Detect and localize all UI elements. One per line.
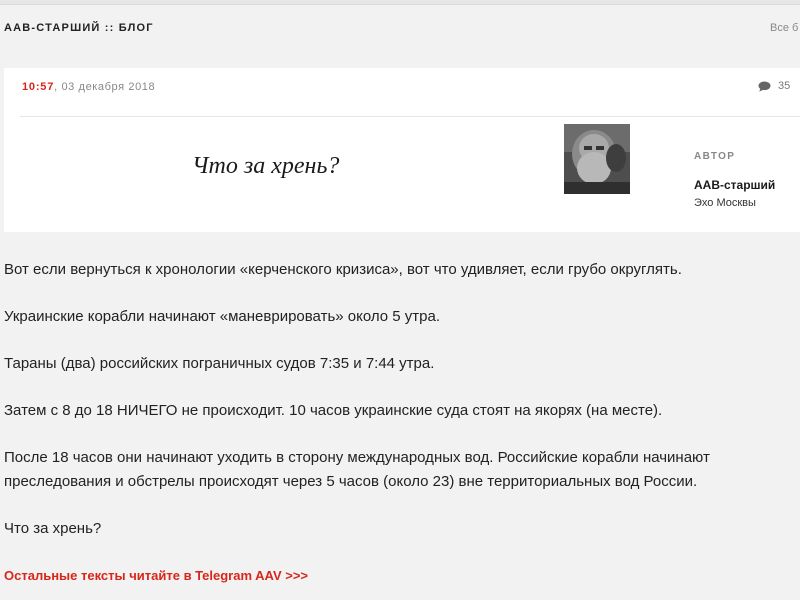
telegram-link[interactable]: Остальные тексты читайте в Telegram AAV … xyxy=(4,568,308,583)
meta-divider xyxy=(20,116,800,117)
comments-link[interactable]: 35 xyxy=(758,80,790,92)
author-label: АВТОР xyxy=(694,151,736,162)
post-title: Что за хрень? xyxy=(192,153,340,179)
post-header-card: 10:57, 03 декабря 2018 35 Что за хрень? … xyxy=(4,68,800,232)
post-body: Вот если вернуться к хронологии «керченс… xyxy=(4,258,794,564)
post-paragraph: Затем с 8 до 18 НИЧЕГО не происходит. 10… xyxy=(4,402,663,419)
post-paragraph: Украинские корабли начинают «маневрирова… xyxy=(4,308,441,325)
post-paragraph: Тараны (два) российских пограничных судо… xyxy=(4,355,435,372)
comments-count: 35 xyxy=(778,80,791,92)
post-meta: 10:57, 03 декабря 2018 xyxy=(22,81,155,93)
author-photo xyxy=(564,124,630,194)
post-time: 10:57 xyxy=(22,81,55,93)
date-separator: , xyxy=(54,81,58,93)
post-date: 03 декабря 2018 xyxy=(61,81,156,93)
all-blogs-link[interactable]: Все б xyxy=(770,22,798,34)
author-avatar[interactable] xyxy=(564,124,630,194)
top-border xyxy=(0,0,800,5)
blog-header: ААВ-СТАРШИЙ :: БЛОГ Все б xyxy=(4,22,800,42)
author-name[interactable]: ААВ-старший xyxy=(694,178,775,192)
blog-title[interactable]: ААВ-СТАРШИЙ :: БЛОГ xyxy=(4,22,154,34)
post-paragraph: После 18 часов они начинают уходить в ст… xyxy=(4,449,710,490)
post-paragraph: Вот если вернуться к хронологии «керченс… xyxy=(4,261,682,278)
post-paragraph: Что за хрень? xyxy=(4,520,102,537)
speech-bubble-icon xyxy=(758,81,771,92)
author-organization: Эхо Москвы xyxy=(694,197,756,209)
